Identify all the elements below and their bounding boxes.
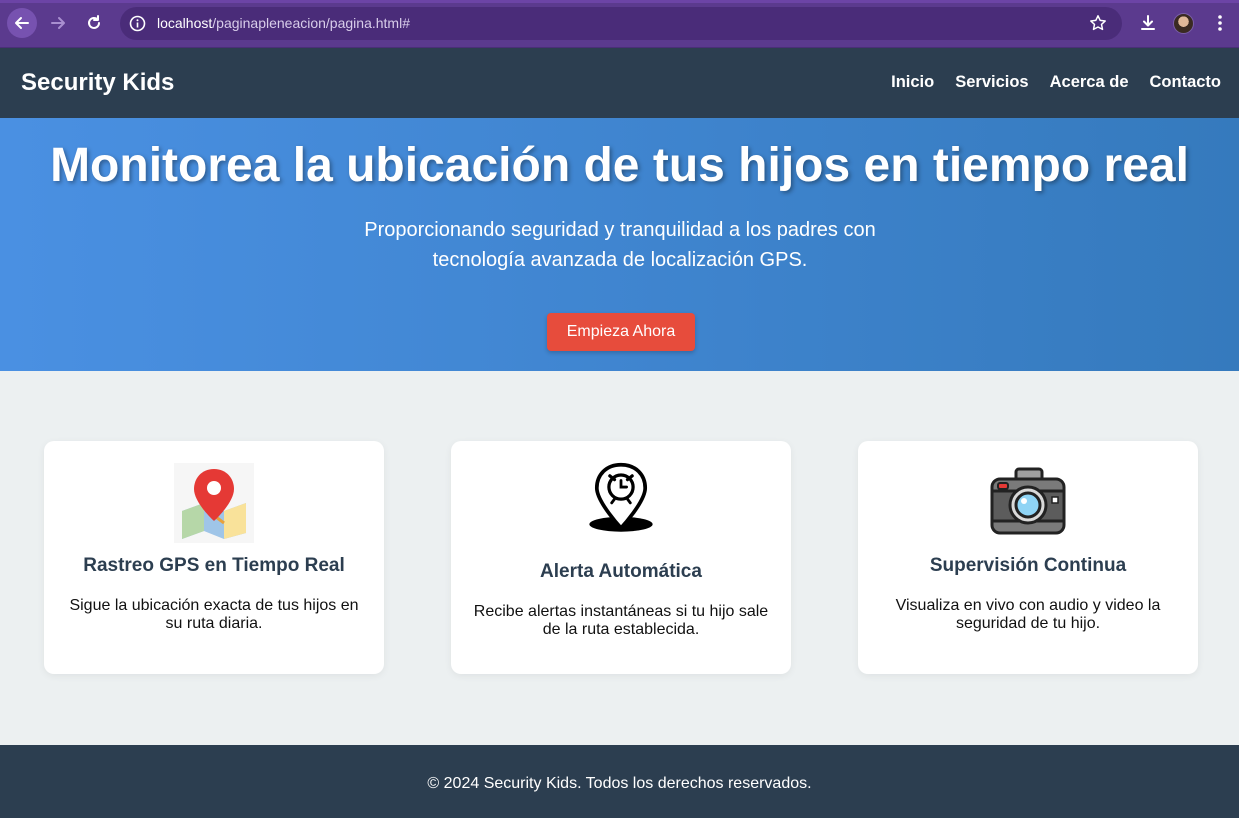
more-vert-icon [1218, 15, 1222, 31]
nav-link-servicios[interactable]: Servicios [955, 73, 1028, 92]
address-bar[interactable]: localhost/paginapleneacion/pagina.html# [120, 7, 1122, 40]
cta-button[interactable]: Empieza Ahora [547, 313, 695, 351]
url-host: localhost [157, 15, 213, 31]
feature-text: Visualiza en vivo con audio y video la s… [895, 597, 1161, 632]
forward-button[interactable] [43, 8, 73, 38]
feature-title: Supervisión Continua [929, 555, 1127, 576]
feature-text: Sigue la ubicación exacta de tus hijos e… [69, 597, 359, 632]
alarm-pin-icon [583, 461, 659, 541]
reload-icon [88, 15, 100, 29]
back-button[interactable] [7, 8, 37, 38]
feature-card-camera: Supervisión Continua Visualiza en vivo c… [858, 441, 1198, 674]
site-footer: © 2024 Security Kids. Todos los derechos… [0, 745, 1239, 818]
feature-card-gps: Rastreo GPS en Tiempo Real Sigue la ubic… [44, 441, 384, 674]
url-text[interactable]: localhost/paginapleneacion/pagina.html# [157, 15, 410, 31]
hero-section: Monitorea la ubicación de tus hijos en t… [0, 118, 1239, 371]
brand-logo-text[interactable]: Security Kids [21, 69, 174, 97]
feature-title: Rastreo GPS en Tiempo Real [83, 555, 345, 576]
site-info-icon[interactable] [128, 14, 147, 33]
site-header: Security Kids Inicio Servicios Acerca de… [0, 48, 1239, 118]
reload-button[interactable] [79, 8, 109, 38]
url-path: /paginapleneacion/pagina.html# [212, 15, 410, 31]
nav-link-acerca-de[interactable]: Acerca de [1050, 73, 1129, 92]
download-button[interactable] [1133, 8, 1163, 38]
download-icon [1141, 15, 1155, 30]
feature-text: Recibe alertas instantáneas si tu hijo s… [473, 603, 769, 638]
camera-icon [990, 467, 1066, 535]
hero-title: Monitorea la ubicación de tus hijos en t… [50, 139, 1189, 192]
profile-avatar[interactable] [1173, 13, 1194, 34]
map-pin-icon [174, 463, 254, 543]
feature-title: Alerta Automática [540, 561, 702, 582]
arrow-right-icon [51, 17, 65, 29]
nav-link-inicio[interactable]: Inicio [891, 73, 934, 92]
hero-subtitle: Proporcionando seguridad y tranquilidad … [364, 219, 876, 271]
arrow-left-icon [15, 17, 29, 29]
bookmark-star-icon[interactable] [1088, 13, 1108, 33]
footer-copyright: © 2024 Security Kids. Todos los derechos… [427, 775, 812, 792]
main-nav: Inicio Servicios Acerca de Contacto [891, 73, 1221, 92]
browser-top-strip [0, 0, 1239, 3]
nav-link-contacto[interactable]: Contacto [1150, 73, 1222, 92]
browser-menu-button[interactable] [1205, 8, 1235, 38]
feature-card-alert: Alerta Automática Recibe alertas instant… [451, 441, 791, 674]
browser-toolbar: localhost/paginapleneacion/pagina.html# [0, 0, 1239, 48]
